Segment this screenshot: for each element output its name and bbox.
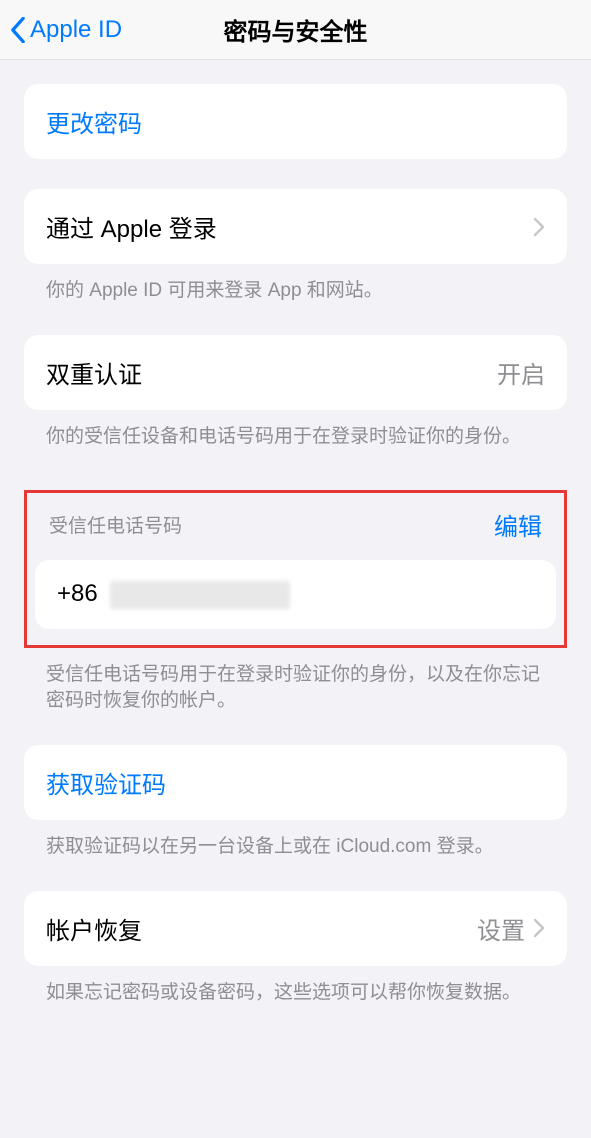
chevron-right-icon [533,217,545,237]
account-recovery-footer: 如果忘记密码或设备密码，这些选项可以帮你恢复数据。 [24,966,567,1007]
trusted-phone-footer: 受信任电话号码用于在登录时验证你的身份，以及在你忘记密码时恢复你的帐户。 [24,648,567,715]
two-factor-footer: 你的受信任设备和电话号码用于在登录时验证你的身份。 [24,410,567,451]
sign-in-with-apple-cell[interactable]: 通过 Apple 登录 [24,189,567,264]
phone-redacted [110,581,290,609]
back-label: Apple ID [30,16,122,44]
two-factor-cell[interactable]: 双重认证 开启 [24,335,567,410]
change-password-label: 更改密码 [46,104,142,139]
trusted-phone-highlight: 受信任电话号码 编辑 +86 [24,490,567,648]
account-recovery-value: 设置 [477,911,525,946]
trusted-phone-header-label: 受信任电话号码 [49,511,182,538]
phone-prefix: +86 [57,580,98,607]
sign-in-with-apple-footer: 你的 Apple ID 可用来登录 App 和网站。 [24,264,567,305]
change-password-cell[interactable]: 更改密码 [24,84,567,159]
trusted-phone-number: +86 [57,580,290,609]
trusted-phone-edit-button[interactable]: 编辑 [494,507,542,542]
two-factor-value: 开启 [497,355,545,390]
get-code-footer: 获取验证码以在另一台设备上或在 iCloud.com 登录。 [24,820,567,861]
account-recovery-label: 帐户恢复 [46,911,142,946]
get-code-cell[interactable]: 获取验证码 [24,745,567,820]
two-factor-label: 双重认证 [46,355,142,390]
nav-header: Apple ID 密码与安全性 [0,0,591,60]
get-code-label: 获取验证码 [46,765,166,800]
sign-in-with-apple-label: 通过 Apple 登录 [46,209,217,244]
trusted-phone-cell[interactable]: +86 [35,560,556,629]
chevron-right-icon [533,918,545,938]
account-recovery-cell[interactable]: 帐户恢复 设置 [24,891,567,966]
chevron-left-icon [10,17,26,43]
back-button[interactable]: Apple ID [0,16,122,44]
